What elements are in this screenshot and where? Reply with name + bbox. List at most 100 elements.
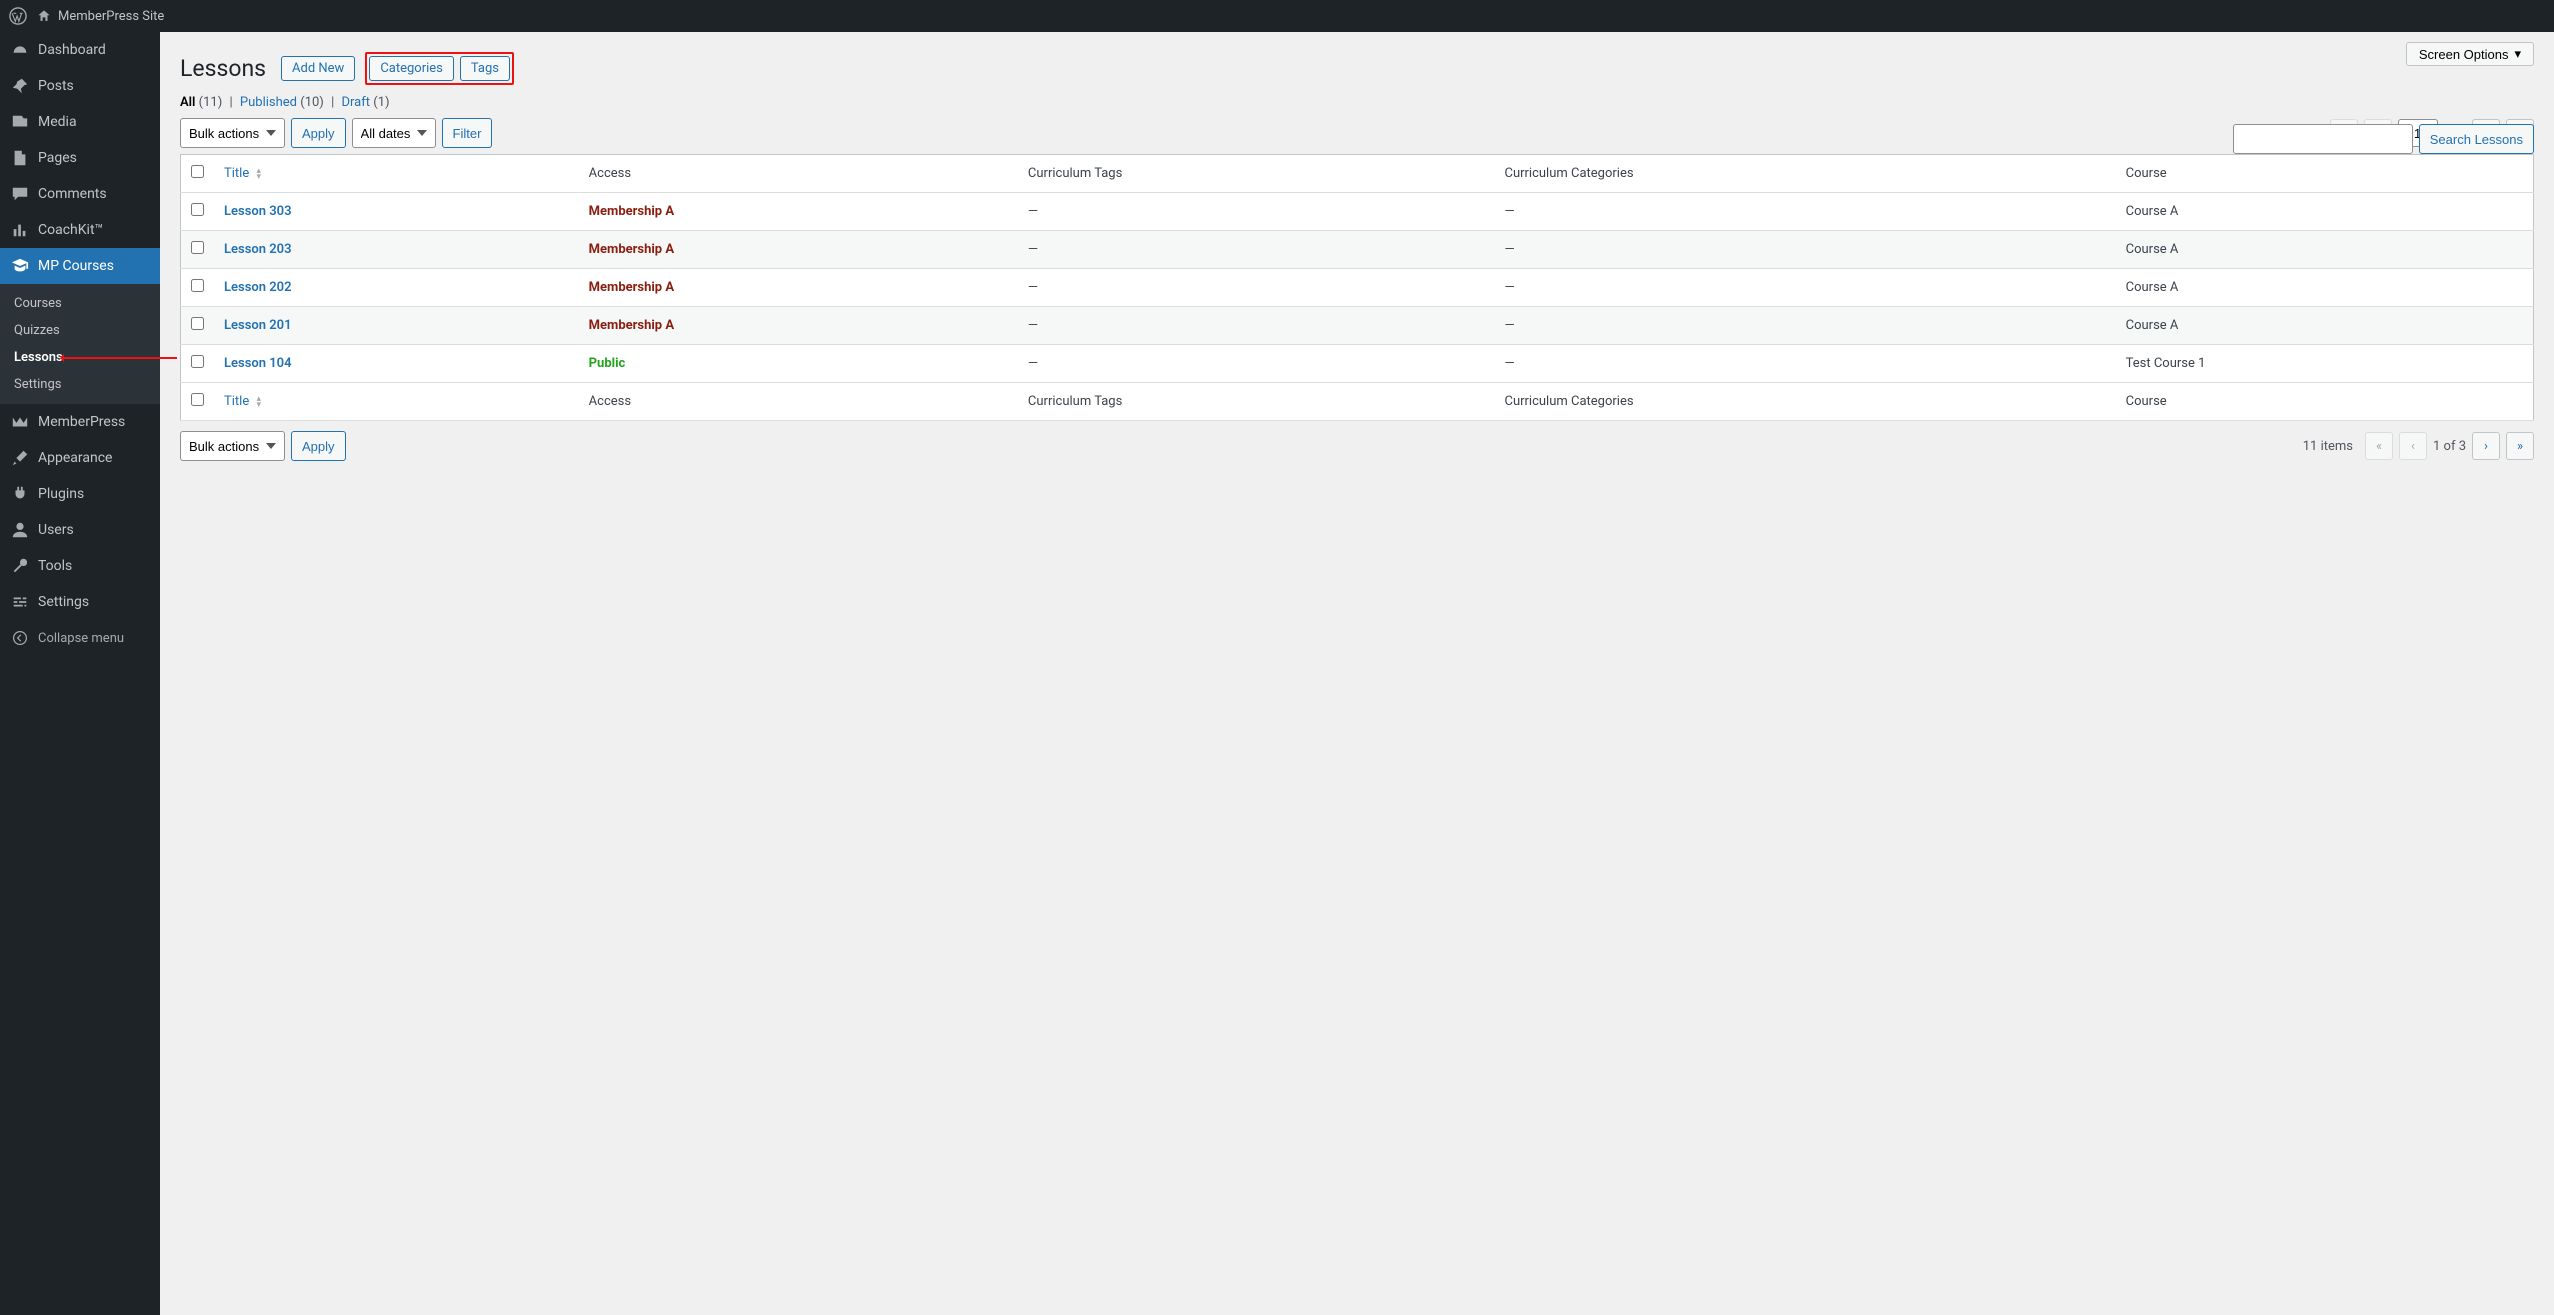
page-of-text-bottom: 1 of 3 bbox=[2433, 439, 2466, 454]
bulk-actions-select-bottom[interactable]: Bulk actions bbox=[180, 431, 285, 461]
status-filter-links: All (11) | Published (10) | Draft (1) bbox=[180, 95, 2534, 110]
annotation-highlight: Categories Tags bbox=[365, 52, 514, 85]
apply-button[interactable]: Apply bbox=[291, 118, 346, 148]
sidebar-item-label: Media bbox=[38, 114, 77, 130]
col-course-footer: Course bbox=[2116, 383, 2534, 421]
plug-icon bbox=[10, 484, 30, 504]
course-value: Course A bbox=[2116, 231, 2534, 269]
sidebar-item-dashboard[interactable]: Dashboard bbox=[0, 32, 160, 68]
sidebar-item-settings[interactable]: Settings bbox=[0, 584, 160, 620]
date-filter-select[interactable]: All dates bbox=[352, 118, 436, 148]
sidebar-item-appearance[interactable]: Appearance bbox=[0, 440, 160, 476]
submenu-item-courses[interactable]: Courses bbox=[0, 290, 160, 317]
view-all-label[interactable]: All bbox=[180, 95, 195, 110]
view-published-link[interactable]: Published (10) bbox=[240, 95, 324, 110]
col-title-footer[interactable]: Title ▴▾ bbox=[214, 383, 579, 421]
apply-button-bottom[interactable]: Apply bbox=[291, 431, 346, 461]
row-checkbox[interactable] bbox=[191, 203, 204, 216]
last-page-button-bottom[interactable]: » bbox=[2506, 432, 2534, 460]
admin-sidebar: Dashboard Posts Media Pages Comments Coa… bbox=[0, 32, 160, 1315]
select-all-checkbox[interactable] bbox=[191, 165, 204, 178]
search-lessons-button[interactable]: Search Lessons bbox=[2419, 124, 2534, 154]
collapse-menu-button[interactable]: Collapse menu bbox=[0, 620, 160, 656]
first-page-button-bottom[interactable]: « bbox=[2365, 432, 2393, 460]
access-value: Membership A bbox=[589, 318, 674, 333]
sidebar-item-label: CoachKit™ bbox=[38, 222, 103, 238]
tools-icon bbox=[10, 556, 30, 576]
next-page-button-bottom[interactable]: › bbox=[2472, 432, 2500, 460]
collapse-label: Collapse menu bbox=[38, 631, 124, 646]
sort-icon: ▴▾ bbox=[256, 168, 261, 180]
lesson-title-link[interactable]: Lesson 202 bbox=[224, 280, 292, 295]
curriculum-categories-value: — bbox=[1494, 269, 2115, 307]
sidebar-item-mp-courses[interactable]: MP Courses bbox=[0, 248, 160, 284]
sidebar-item-pages[interactable]: Pages bbox=[0, 140, 160, 176]
row-checkbox[interactable] bbox=[191, 279, 204, 292]
sidebar-item-label: Settings bbox=[38, 594, 89, 610]
curriculum-categories-value: — bbox=[1494, 345, 2115, 383]
lesson-title-link[interactable]: Lesson 104 bbox=[224, 356, 292, 371]
course-value: Test Course 1 bbox=[2116, 345, 2534, 383]
sidebar-item-coachkit[interactable]: CoachKit™ bbox=[0, 212, 160, 248]
col-curriculum-tags-footer: Curriculum Tags bbox=[1018, 383, 1495, 421]
row-checkbox[interactable] bbox=[191, 317, 204, 330]
lesson-title-link[interactable]: Lesson 201 bbox=[224, 318, 292, 333]
course-value: Course A bbox=[2116, 193, 2534, 231]
pagination-bottom: 11 items « ‹ 1 of 3 › » bbox=[2303, 432, 2534, 460]
lessons-table: Title ▴▾ Access Curriculum Tags Curricul… bbox=[180, 154, 2534, 421]
bulk-actions-select[interactable]: Bulk actions bbox=[180, 118, 285, 148]
sidebar-item-label: Plugins bbox=[38, 486, 84, 502]
chart-icon bbox=[10, 220, 30, 240]
curriculum-tags-value: — bbox=[1018, 345, 1495, 383]
prev-page-button-bottom[interactable]: ‹ bbox=[2399, 432, 2427, 460]
admin-bar: MemberPress Site bbox=[0, 0, 2554, 32]
sidebar-item-media[interactable]: Media bbox=[0, 104, 160, 140]
col-title-header[interactable]: Title ▴▾ bbox=[214, 155, 579, 193]
sidebar-item-plugins[interactable]: Plugins bbox=[0, 476, 160, 512]
page-title: Lessons bbox=[180, 55, 266, 82]
access-value: Membership A bbox=[589, 280, 674, 295]
page-icon bbox=[10, 148, 30, 168]
sidebar-item-posts[interactable]: Posts bbox=[0, 68, 160, 104]
curriculum-tags-value: — bbox=[1018, 193, 1495, 231]
wordpress-logo-icon[interactable] bbox=[8, 6, 28, 26]
submenu-item-quizzes[interactable]: Quizzes bbox=[0, 317, 160, 344]
col-curriculum-tags-header: Curriculum Tags bbox=[1018, 155, 1495, 193]
home-icon[interactable] bbox=[36, 8, 52, 24]
view-draft-link[interactable]: Draft (1) bbox=[342, 95, 390, 110]
sidebar-item-memberpress[interactable]: MemberPress bbox=[0, 404, 160, 440]
table-row: Lesson 303 Membership A — — Course A bbox=[181, 193, 2534, 231]
submenu-item-settings[interactable]: Settings bbox=[0, 371, 160, 398]
sidebar-item-label: Posts bbox=[38, 78, 74, 94]
graduation-cap-icon bbox=[10, 256, 30, 276]
tags-button[interactable]: Tags bbox=[460, 56, 510, 81]
table-row: Lesson 202 Membership A — — Course A bbox=[181, 269, 2534, 307]
pin-icon bbox=[10, 76, 30, 96]
sidebar-item-label: Appearance bbox=[38, 450, 112, 466]
curriculum-categories-value: — bbox=[1494, 193, 2115, 231]
select-all-checkbox-footer[interactable] bbox=[191, 393, 204, 406]
course-value: Course A bbox=[2116, 307, 2534, 345]
memberpress-icon bbox=[10, 412, 30, 432]
sidebar-item-tools[interactable]: Tools bbox=[0, 548, 160, 584]
screen-options-button[interactable]: Screen Options ▾ bbox=[2406, 42, 2534, 66]
media-icon bbox=[10, 112, 30, 132]
add-new-button[interactable]: Add New bbox=[281, 56, 355, 81]
search-input[interactable] bbox=[2233, 124, 2413, 154]
curriculum-tags-value: — bbox=[1018, 307, 1495, 345]
sidebar-item-label: Pages bbox=[38, 150, 77, 166]
filter-button[interactable]: Filter bbox=[442, 118, 493, 148]
sidebar-item-users[interactable]: Users bbox=[0, 512, 160, 548]
lesson-title-link[interactable]: Lesson 303 bbox=[224, 204, 292, 219]
caret-down-icon: ▾ bbox=[2514, 46, 2521, 62]
categories-button[interactable]: Categories bbox=[369, 56, 454, 81]
access-value: Membership A bbox=[589, 204, 674, 219]
row-checkbox[interactable] bbox=[191, 355, 204, 368]
col-access-footer: Access bbox=[579, 383, 1018, 421]
row-checkbox[interactable] bbox=[191, 241, 204, 254]
curriculum-categories-value: — bbox=[1494, 307, 2115, 345]
site-name[interactable]: MemberPress Site bbox=[58, 9, 164, 24]
table-row: Lesson 203 Membership A — — Course A bbox=[181, 231, 2534, 269]
lesson-title-link[interactable]: Lesson 203 bbox=[224, 242, 292, 257]
sidebar-item-comments[interactable]: Comments bbox=[0, 176, 160, 212]
